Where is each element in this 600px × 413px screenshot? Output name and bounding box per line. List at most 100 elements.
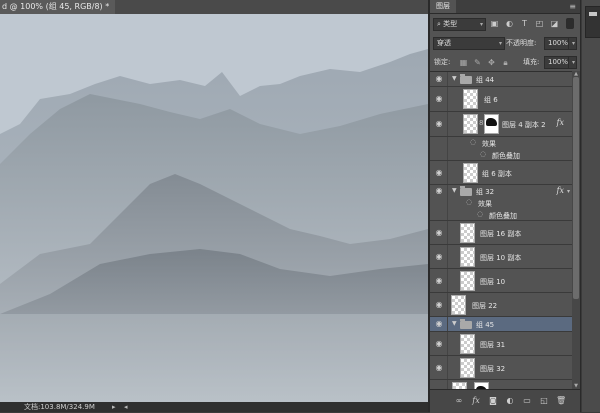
fill-slider-toggle[interactable]: ▾ [568,56,577,69]
layers-tab[interactable]: 图层 [430,0,456,13]
eye-icon[interactable]: ◉ [433,275,445,287]
row-divider [447,245,448,268]
layer-thumbnail [460,358,475,378]
effect-row[interactable]: ◌ 颜色叠加 [430,148,572,161]
type-filter-icon[interactable]: T [520,19,529,28]
new-group-icon[interactable]: ▭ [522,396,532,406]
shape-filter-icon[interactable]: ◰ [535,19,544,28]
collapsed-panel-button[interactable] [585,6,600,38]
lock-label: 锁定: [434,58,451,66]
lock-position-icon[interactable]: ✥ [487,58,496,67]
layer-mask-thumbnail[interactable] [484,114,499,134]
lock-image-icon[interactable]: ✎ [473,58,482,67]
document-tab-title: d @ 100% (组 45, RGB/8) * [2,2,110,11]
blend-mode-select[interactable]: 穿透 ▾ [433,37,505,50]
lock-all-icon[interactable]: 🔒︎ [501,58,510,67]
layer-row[interactable]: ◉ 图层 22 [430,293,572,317]
canvas[interactable] [0,14,428,402]
effect-row[interactable]: ◌ 颜色叠加 [430,208,572,221]
eye-icon[interactable]: ◉ [433,73,445,85]
fill-input[interactable]: 100% [544,56,571,69]
fx-expand-icon[interactable]: ▾ [567,188,570,195]
layer-row[interactable]: ◉ 图层 10 [430,269,572,293]
effect-eye-icon[interactable]: ◌ [480,150,486,158]
layer-row[interactable]: ◉ ▼ 组 44 [430,72,572,87]
expand-triangle-icon[interactable]: ▼ [452,75,457,82]
layers-scrollbar[interactable]: ▲ ▼ [572,71,580,389]
layer-name: 图层 32 [480,365,506,373]
folder-icon [460,74,472,84]
filter-kind-select[interactable]: ⌕ 类型 ▾ [433,18,486,31]
row-divider [447,148,448,160]
opacity-label: 不透明度: [506,39,537,47]
effect-eye-icon[interactable]: ◌ [470,138,476,146]
filter-kind-value: 类型 [443,20,458,28]
adjustment-filter-icon[interactable]: ◐ [505,19,514,28]
eye-icon[interactable]: ◉ [433,338,445,350]
status-menu-arrow[interactable]: ▸ [112,402,116,412]
chevron-down-icon: ▾ [571,40,575,47]
eye-icon[interactable]: ◉ [433,118,445,130]
layer-name: 组 6 [484,96,498,104]
opacity-slider-toggle[interactable]: ▾ [568,37,577,50]
layer-row[interactable]: ◉ 组 6 副本 [430,161,572,185]
expand-triangle-icon[interactable]: ▼ [452,187,457,194]
lock-transparent-icon[interactable]: ▦ [459,58,468,67]
smart-object-filter-icon[interactable]: ◪ [550,19,559,28]
effect-eye-icon[interactable]: ◌ [466,198,472,206]
status-scroll-arrow[interactable]: ◂ [124,402,128,412]
add-style-icon[interactable]: fx [471,396,481,406]
row-divider [447,332,448,355]
row-divider [447,269,448,292]
panel-header: 图层 ≡ [430,0,580,14]
effects-row[interactable]: ◌ 效果 [430,137,572,148]
image-filter-icon[interactable]: ▣ [490,19,499,28]
eye-icon[interactable]: ◉ [433,185,445,197]
layer-row[interactable]: ◉ 图层 16 副本 [430,221,572,245]
filter-toggle[interactable] [566,18,574,29]
panel-menu-icon[interactable]: ≡ [569,0,576,13]
expand-triangle-icon[interactable]: ▼ [452,320,457,327]
folder-icon [460,186,472,196]
effects-row[interactable]: ◌ 效果 [430,197,572,208]
effect-eye-icon[interactable]: ◌ [477,210,483,218]
eye-icon[interactable]: ◉ [433,227,445,239]
layer-row[interactable]: ◉ 图层 10 副本 [430,245,572,269]
row-divider [447,185,448,197]
folder-icon [460,319,472,329]
delete-layer-icon[interactable]: 🗑 [556,396,566,406]
row-divider [447,137,448,148]
layer-row[interactable]: ◉ ▼ 组 32 fx ▾ [430,185,572,197]
layer-thumbnail [463,89,478,109]
chevron-down-icon: ▾ [498,40,502,47]
link-layers-icon[interactable]: ∞ [454,396,464,406]
layer-row-selected[interactable]: ◉ ▼ 组 45 [430,317,572,332]
eye-icon[interactable]: ◉ [433,318,445,330]
row-divider [447,356,448,379]
adjustment-layer-icon[interactable]: ◐ [505,396,515,406]
add-mask-icon[interactable]: ◙ [488,396,498,406]
eye-icon[interactable]: ◉ [433,93,445,105]
fill-label: 填充: [523,58,540,66]
layer-thumbnail [460,223,475,243]
fx-icon[interactable]: fx [557,118,564,127]
fx-icon[interactable]: fx [557,186,564,195]
eye-icon[interactable]: ◉ [433,299,445,311]
new-layer-icon[interactable]: ◱ [539,396,549,406]
eye-icon[interactable]: ◉ [433,251,445,263]
layer-row[interactable]: ◉ 图层 32 [430,356,572,380]
layer-row[interactable]: ◉ 8 图层 4 副本 2 fx [430,112,572,137]
eye-icon[interactable]: ◉ [433,362,445,374]
layer-row[interactable]: ◉ 组 6 [430,87,572,112]
chain-link-icon[interactable]: 8 [479,119,483,127]
layers-footer: ∞ fx ◙ ◐ ▭ ◱ 🗑 [430,389,580,413]
layer-name: 组 45 [476,321,495,329]
document-tab[interactable]: d @ 100% (组 45, RGB/8) * [0,0,116,14]
layer-row[interactable]: ◉ 图层 31 [430,332,572,356]
eye-icon[interactable]: ◉ [433,167,445,179]
scrollbar-thumb[interactable] [573,77,579,299]
opacity-input[interactable]: 100% [544,37,571,50]
document-tab-bar: d @ 100% (组 45, RGB/8) * [0,0,428,14]
layer-name: 组 32 [476,188,495,196]
layer-thumbnail [460,271,475,291]
